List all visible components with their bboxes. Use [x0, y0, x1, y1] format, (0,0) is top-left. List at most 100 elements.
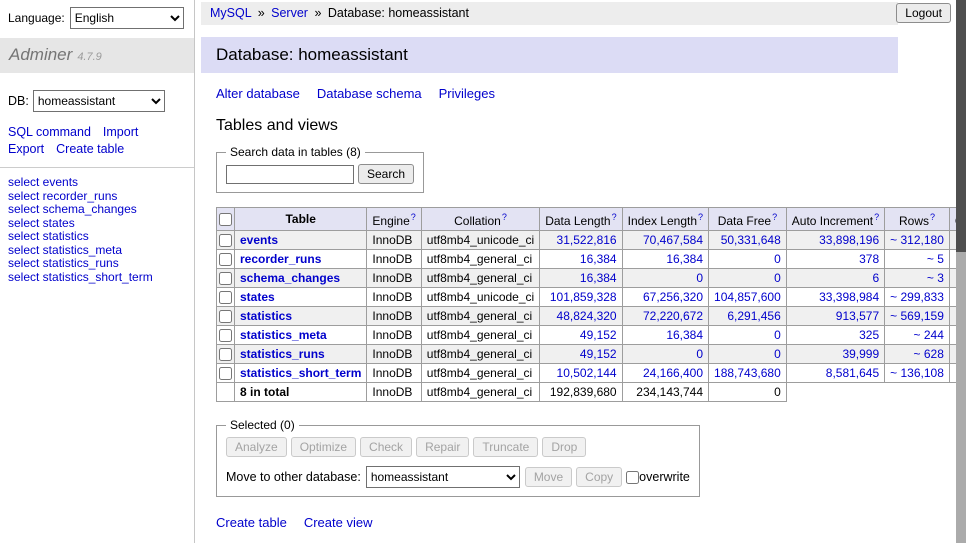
data-length-link[interactable]: 49,152	[580, 328, 617, 342]
sidebar-table-link[interactable]: select recorder_runs	[8, 190, 186, 204]
index-length-link[interactable]: 16,384	[666, 328, 703, 342]
data-free-link[interactable]: 6,291,456	[727, 309, 780, 323]
auto-increment-link[interactable]: 378	[859, 252, 879, 266]
create-view-link[interactable]: Create view	[304, 515, 373, 530]
sidebar-table-link[interactable]: select schema_changes	[8, 203, 186, 217]
sidebar-table-link[interactable]: select statistics	[8, 230, 186, 244]
breadcrumb-mysql-link[interactable]: MySQL	[210, 6, 251, 20]
rows-link[interactable]: ~ 244	[914, 328, 944, 342]
auto-increment-link[interactable]: 6	[872, 271, 879, 285]
data-free-link[interactable]: 0	[774, 347, 781, 361]
logout-button[interactable]: Logout	[896, 3, 951, 23]
column-help-link[interactable]: ?	[411, 212, 416, 222]
index-length-link[interactable]: 72,220,672	[643, 309, 703, 323]
data-free-link[interactable]: 188,743,680	[714, 366, 781, 380]
row-checkbox[interactable]	[219, 291, 232, 304]
row-checkbox[interactable]	[219, 329, 232, 342]
index-length-link[interactable]: 70,467,584	[643, 233, 703, 247]
search-button[interactable]: Search	[358, 164, 414, 184]
data-free-link[interactable]: 50,331,648	[721, 233, 781, 247]
auto-increment-link[interactable]: 33,898,196	[819, 233, 879, 247]
alter-database-link[interactable]: Alter database	[216, 86, 300, 101]
row-checkbox[interactable]	[219, 234, 232, 247]
data-length-link[interactable]: 10,502,144	[557, 366, 617, 380]
table-name-link[interactable]: statistics_short_term	[240, 366, 361, 380]
rows-link[interactable]: ~ 5	[927, 252, 944, 266]
table-name-link[interactable]: schema_changes	[240, 271, 340, 285]
auto-increment-link[interactable]: 325	[859, 328, 879, 342]
db-select[interactable]: homeassistant	[33, 90, 165, 112]
copy-button[interactable]: Copy	[576, 467, 622, 487]
index-length-link[interactable]: 0	[696, 271, 703, 285]
privileges-link[interactable]: Privileges	[439, 86, 495, 101]
auto-increment-link[interactable]: 8,581,645	[826, 366, 879, 380]
create-table-link-sidebar[interactable]: Create table	[56, 142, 124, 156]
column-help-link[interactable]: ?	[772, 212, 777, 222]
search-input[interactable]	[226, 165, 354, 184]
data-free-link[interactable]: 0	[774, 252, 781, 266]
row-checkbox[interactable]	[219, 367, 232, 380]
table-name-link[interactable]: states	[240, 290, 275, 304]
index-length-link[interactable]: 16,384	[666, 252, 703, 266]
rows-link[interactable]: ~ 312,180	[890, 233, 944, 247]
sql-command-link[interactable]: SQL command	[8, 125, 91, 139]
column-help-link[interactable]: ?	[930, 212, 935, 222]
table-name-link[interactable]: recorder_runs	[240, 252, 321, 266]
column-help-link[interactable]: ?	[502, 212, 507, 222]
data-length-link[interactable]: 16,384	[580, 271, 617, 285]
app-logo[interactable]: Adminer	[9, 45, 72, 64]
sidebar-table-link[interactable]: select statistics_meta	[8, 244, 186, 258]
table-name-link[interactable]: statistics_meta	[240, 328, 327, 342]
auto-increment-link[interactable]: 33,398,984	[819, 290, 879, 304]
truncate-button[interactable]: Truncate	[473, 437, 538, 457]
check-button[interactable]: Check	[360, 437, 412, 457]
index-length-link[interactable]: 0	[696, 347, 703, 361]
rows-link[interactable]: ~ 299,833	[890, 290, 944, 304]
row-checkbox[interactable]	[219, 348, 232, 361]
rows-link[interactable]: ~ 136,108	[890, 366, 944, 380]
breadcrumb-server-link[interactable]: Server	[271, 6, 308, 20]
overwrite-checkbox[interactable]	[626, 471, 639, 484]
row-checkbox[interactable]	[219, 310, 232, 323]
sidebar-table-link[interactable]: select states	[8, 217, 186, 231]
optimize-button[interactable]: Optimize	[291, 437, 356, 457]
table-name-link[interactable]: statistics	[240, 309, 292, 323]
auto-increment-link[interactable]: 39,999	[842, 347, 879, 361]
data-length-link[interactable]: 101,859,328	[550, 290, 617, 304]
sidebar-table-link[interactable]: select events	[8, 176, 186, 190]
vertical-scrollbar[interactable]	[956, 0, 966, 543]
data-length-link[interactable]: 16,384	[580, 252, 617, 266]
column-help-link[interactable]: ?	[698, 212, 703, 222]
data-free-link[interactable]: 0	[774, 328, 781, 342]
data-free-link[interactable]: 0	[774, 271, 781, 285]
data-free-link[interactable]: 104,857,600	[714, 290, 781, 304]
table-name-link[interactable]: statistics_runs	[240, 347, 325, 361]
drop-button[interactable]: Drop	[542, 437, 586, 457]
rows-link[interactable]: ~ 3	[927, 271, 944, 285]
row-checkbox[interactable]	[219, 253, 232, 266]
table-name-link[interactable]: events	[240, 233, 278, 247]
row-checkbox[interactable]	[219, 272, 232, 285]
data-length-link[interactable]: 48,824,320	[557, 309, 617, 323]
language-select[interactable]: English	[70, 7, 184, 29]
sidebar-table-link[interactable]: select statistics_short_term	[8, 271, 186, 285]
move-db-select[interactable]: homeassistant	[366, 466, 520, 488]
import-link[interactable]: Import	[103, 125, 138, 139]
analyze-button[interactable]: Analyze	[226, 437, 287, 457]
index-length-link[interactable]: 67,256,320	[643, 290, 703, 304]
data-length-link[interactable]: 49,152	[580, 347, 617, 361]
database-schema-link[interactable]: Database schema	[317, 86, 422, 101]
sidebar-table-link[interactable]: select statistics_runs	[8, 257, 186, 271]
column-help-link[interactable]: ?	[874, 212, 879, 222]
scrollbar-thumb[interactable]	[956, 0, 966, 252]
select-all-checkbox[interactable]	[219, 213, 232, 226]
export-link[interactable]: Export	[8, 142, 44, 156]
move-button[interactable]: Move	[525, 467, 572, 487]
auto-increment-link[interactable]: 913,577	[836, 309, 879, 323]
repair-button[interactable]: Repair	[416, 437, 469, 457]
create-table-link[interactable]: Create table	[216, 515, 287, 530]
data-length-link[interactable]: 31,522,816	[557, 233, 617, 247]
index-length-link[interactable]: 24,166,400	[643, 366, 703, 380]
rows-link[interactable]: ~ 628	[914, 347, 944, 361]
column-help-link[interactable]: ?	[612, 212, 617, 222]
